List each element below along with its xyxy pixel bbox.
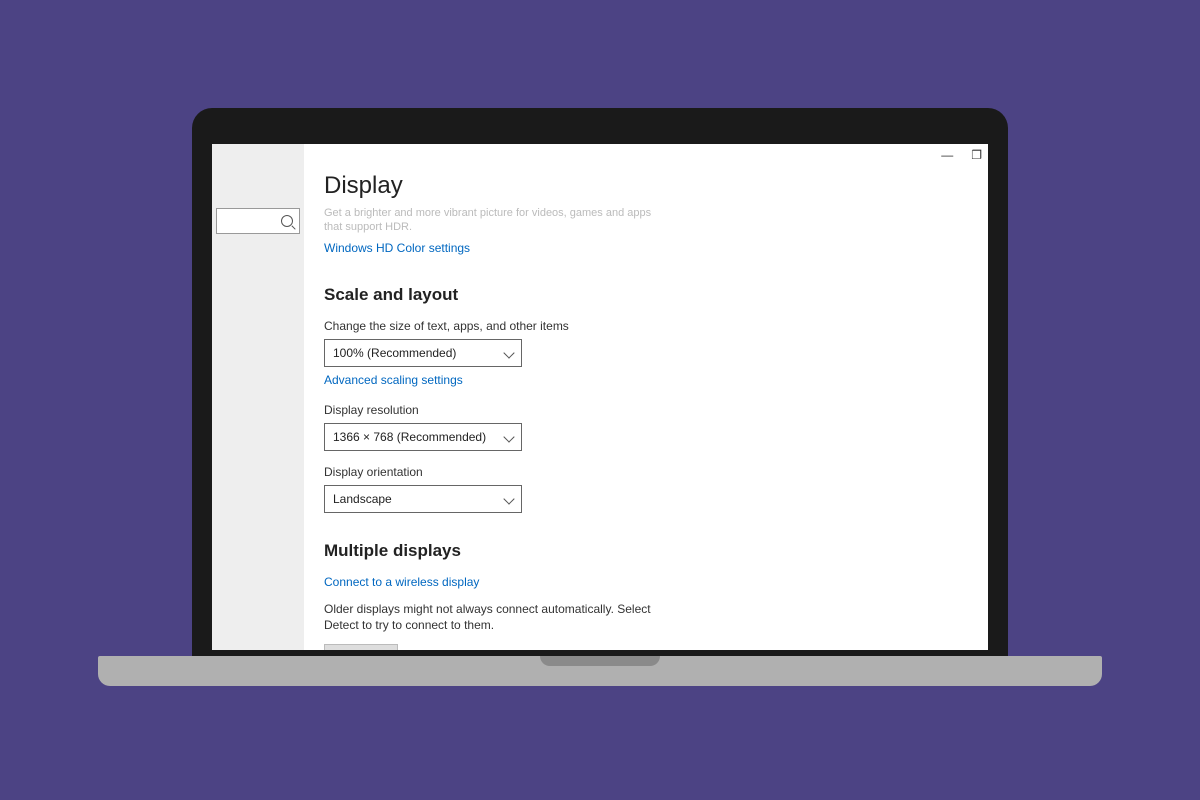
resolution-dropdown[interactable]: 1366 × 768 (Recommended) — [324, 423, 522, 451]
hdr-settings-link[interactable]: Windows HD Color settings — [324, 241, 470, 255]
chevron-down-icon — [503, 431, 514, 442]
sidebar — [212, 144, 304, 650]
advanced-scaling-link[interactable]: Advanced scaling settings — [324, 373, 463, 387]
orientation-label: Display orientation — [324, 465, 948, 479]
search-icon — [281, 215, 293, 227]
detect-help-text: Older displays might not always connect … — [324, 601, 684, 635]
wireless-display-link[interactable]: Connect to a wireless display — [324, 575, 479, 589]
orientation-dropdown[interactable]: Landscape — [324, 485, 522, 513]
main-content: Display Get a brighter and more vibrant … — [304, 144, 988, 650]
chevron-down-icon — [503, 493, 514, 504]
orientation-value: Landscape — [333, 492, 392, 506]
laptop-notch — [540, 656, 660, 666]
search-input[interactable] — [216, 208, 300, 234]
multiple-displays-heading: Multiple displays — [324, 541, 948, 561]
maximize-button[interactable]: ❐ — [971, 148, 982, 162]
settings-window: — ❐ Display Get a brighter and more vibr… — [212, 144, 988, 650]
detect-button[interactable]: Detect — [324, 644, 398, 650]
resolution-label: Display resolution — [324, 403, 948, 417]
window-controls: — ❐ — [941, 148, 982, 162]
resolution-value: 1366 × 768 (Recommended) — [333, 430, 486, 444]
text-size-value: 100% (Recommended) — [333, 346, 456, 360]
scale-layout-heading: Scale and layout — [324, 285, 948, 305]
chevron-down-icon — [503, 347, 514, 358]
text-size-label: Change the size of text, apps, and other… — [324, 319, 948, 333]
page-title: Display — [324, 172, 948, 200]
hdr-description: Get a brighter and more vibrant picture … — [324, 206, 654, 235]
text-size-dropdown[interactable]: 100% (Recommended) — [324, 339, 522, 367]
laptop-frame: — ❐ Display Get a brighter and more vibr… — [192, 108, 1008, 658]
minimize-button[interactable]: — — [941, 148, 953, 162]
